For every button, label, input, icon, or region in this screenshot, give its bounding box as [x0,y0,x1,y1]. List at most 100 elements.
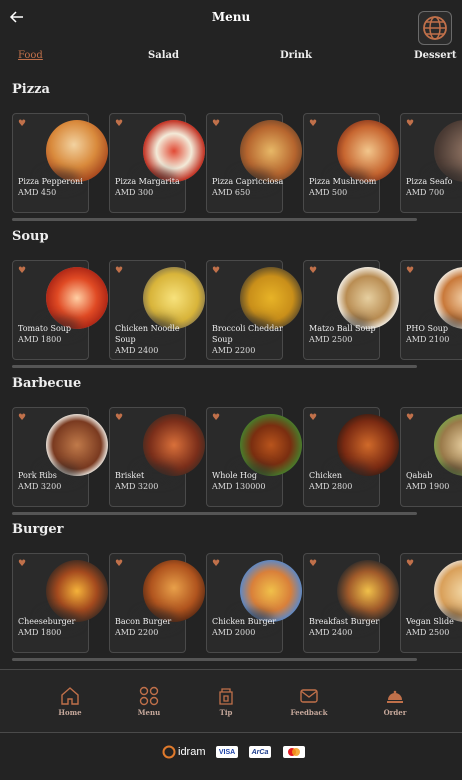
favorite-heart-icon[interactable]: ♥ [18,119,26,129]
favorite-heart-icon[interactable]: ♥ [18,413,26,423]
menu-item-card[interactable]: ♥ Chicken AMD 2800 [303,407,399,507]
favorite-heart-icon[interactable]: ♥ [309,266,317,276]
menu-item-price: AMD 450 [18,188,57,197]
section-row-barbecue: ♥ Pork Ribs AMD 3200 ♥ Brisket AMD 3200 ♥ Whole… [12,407,462,511]
menu-item-price: AMD 2500 [309,335,353,344]
menu-item-name: Cheeseburger [18,617,76,626]
favorite-heart-icon[interactable]: ♥ [406,559,414,569]
menu-item-info: Chicken AMD 2800 [309,470,381,492]
horizontal-scrollbar[interactable] [12,658,417,661]
menu-item-price: AMD 130000 [212,482,266,491]
section-row-burger: ♥ Cheeseburger AMD 1800 ♥ Bacon Burger AMD 22… [12,553,462,657]
tab-food[interactable]: Food [18,50,43,61]
arca-logo: ArCa [249,746,271,758]
favorite-heart-icon[interactable]: ♥ [18,559,26,569]
menu-item-card[interactable]: ♥ Pizza Seafo AMD 700 [400,113,462,213]
nav-menu[interactable]: Menu [119,686,179,717]
dish-image [240,120,302,182]
horizontal-scrollbar[interactable] [12,218,417,221]
favorite-heart-icon[interactable]: ♥ [309,413,317,423]
tab-salad[interactable]: Salad [148,50,179,61]
favorite-heart-icon[interactable]: ♥ [309,119,317,129]
favorite-heart-icon[interactable]: ♥ [115,413,123,423]
menu-item-info: Pizza Pepperoni AMD 450 [18,176,90,198]
nav-order[interactable]: Order [365,686,425,717]
menu-item-card[interactable]: ♥ Matzo Ball Soup AMD 2500 [303,260,399,360]
nav-home[interactable]: Home [40,686,100,717]
dish-image [337,120,399,182]
menu-item-card[interactable]: ♥ PHO Soup AMD 2100 [400,260,462,360]
favorite-heart-icon[interactable]: ♥ [309,559,317,569]
dish-image [337,414,399,476]
mastercard-icon [288,748,300,756]
menu-item-name: Whole Hog [212,471,257,480]
menu-item-card[interactable]: ♥ Chicken Burger AMD 2000 [206,553,302,653]
menu-item-info: Breakfast Burger AMD 2400 [309,616,381,638]
favorite-heart-icon[interactable]: ♥ [406,119,414,129]
menu-item-name: Broccoli Cheddar Soup [212,324,283,344]
menu-item-price: AMD 3200 [115,482,159,491]
favorite-heart-icon[interactable]: ♥ [18,266,26,276]
menu-item-info: Bacon Burger AMD 2200 [115,616,187,638]
dish-image [434,120,462,182]
menu-item-card[interactable]: ♥ Qabab AMD 1900 [400,407,462,507]
menu-item-card[interactable]: ♥ Cheeseburger AMD 1800 [12,553,108,653]
menu-item-name: Vegan Slide [406,617,454,626]
favorite-heart-icon[interactable]: ♥ [212,119,220,129]
menu-item-info: Pizza Capricciosa AMD 650 [212,176,284,198]
menu-item-card[interactable]: ♥ Pizza Capricciosa AMD 650 [206,113,302,213]
menu-item-card[interactable]: ♥ Broccoli Cheddar Soup AMD 2200 [206,260,302,360]
nav-home-label: Home [58,708,82,717]
header: Menu [0,0,462,45]
idram-logo: idram [162,744,206,760]
menu-item-price: AMD 2200 [212,346,256,355]
menu-item-card[interactable]: ♥ Vegan Slide AMD 2500 [400,553,462,653]
section-row-soup: ♥ Tomato Soup AMD 1800 ♥ Chicken Noodle Soup… [12,260,462,364]
idram-icon [162,745,176,759]
favorite-heart-icon[interactable]: ♥ [115,559,123,569]
nav-feedback[interactable]: Feedback [279,686,339,717]
menu-item-name: Pizza Seafo [406,177,453,186]
favorite-heart-icon[interactable]: ♥ [115,266,123,276]
menu-item-price: AMD 1800 [18,628,62,637]
favorite-heart-icon[interactable]: ♥ [406,413,414,423]
menu-item-price: AMD 650 [212,188,251,197]
menu-item-info: Matzo Ball Soup AMD 2500 [309,323,381,345]
favorite-heart-icon[interactable]: ♥ [406,266,414,276]
menu-item-card[interactable]: ♥ Tomato Soup AMD 1800 [12,260,108,360]
menu-item-price: AMD 700 [406,188,445,197]
menu-item-card[interactable]: ♥ Pizza Mushroom AMD 500 [303,113,399,213]
menu-item-name: Pizza Mushroom [309,177,377,186]
favorite-heart-icon[interactable]: ♥ [212,413,220,423]
menu-item-name: Pizza Pepperoni [18,177,83,186]
horizontal-scrollbar[interactable] [12,365,417,368]
section-title-pizza: Pizza [12,82,50,97]
menu-item-card[interactable]: ♥ Bacon Burger AMD 2200 [109,553,205,653]
horizontal-scrollbar[interactable] [12,512,417,515]
menu-item-card[interactable]: ♥ Brisket AMD 3200 [109,407,205,507]
menu-item-name: PHO Soup [406,324,449,333]
favorite-heart-icon[interactable]: ♥ [212,559,220,569]
dish-image [46,120,108,182]
menu-item-card[interactable]: ♥ Pork Ribs AMD 3200 [12,407,108,507]
menu-item-card[interactable]: ♥ Chicken Noodle Soup AMD 2400 [109,260,205,360]
menu-item-info: Pork Ribs AMD 3200 [18,470,90,492]
menu-item-price: AMD 1900 [406,482,450,491]
payment-methods: idram VISA ArCa [0,744,462,764]
tab-dessert[interactable]: Dessert [414,50,457,61]
language-button[interactable] [418,11,452,45]
category-tabs: Food Salad Drink Dessert [0,50,462,66]
tab-drink[interactable]: Drink [280,50,312,61]
favorite-heart-icon[interactable]: ♥ [212,266,220,276]
menu-item-card[interactable]: ♥ Whole Hog AMD 130000 [206,407,302,507]
favorite-heart-icon[interactable]: ♥ [115,119,123,129]
menu-item-name: Brisket [115,471,145,480]
dish-image [240,414,302,476]
section-title-barbecue: Barbecue [12,376,82,391]
dish-image [143,267,205,329]
menu-item-name: Chicken Noodle Soup [115,324,180,344]
menu-item-card[interactable]: ♥ Pizza Pepperoni AMD 450 [12,113,108,213]
menu-item-card[interactable]: ♥ Pizza Margarita AMD 300 [109,113,205,213]
nav-tip[interactable]: Tip [196,686,256,717]
menu-item-card[interactable]: ♥ Breakfast Burger AMD 2400 [303,553,399,653]
